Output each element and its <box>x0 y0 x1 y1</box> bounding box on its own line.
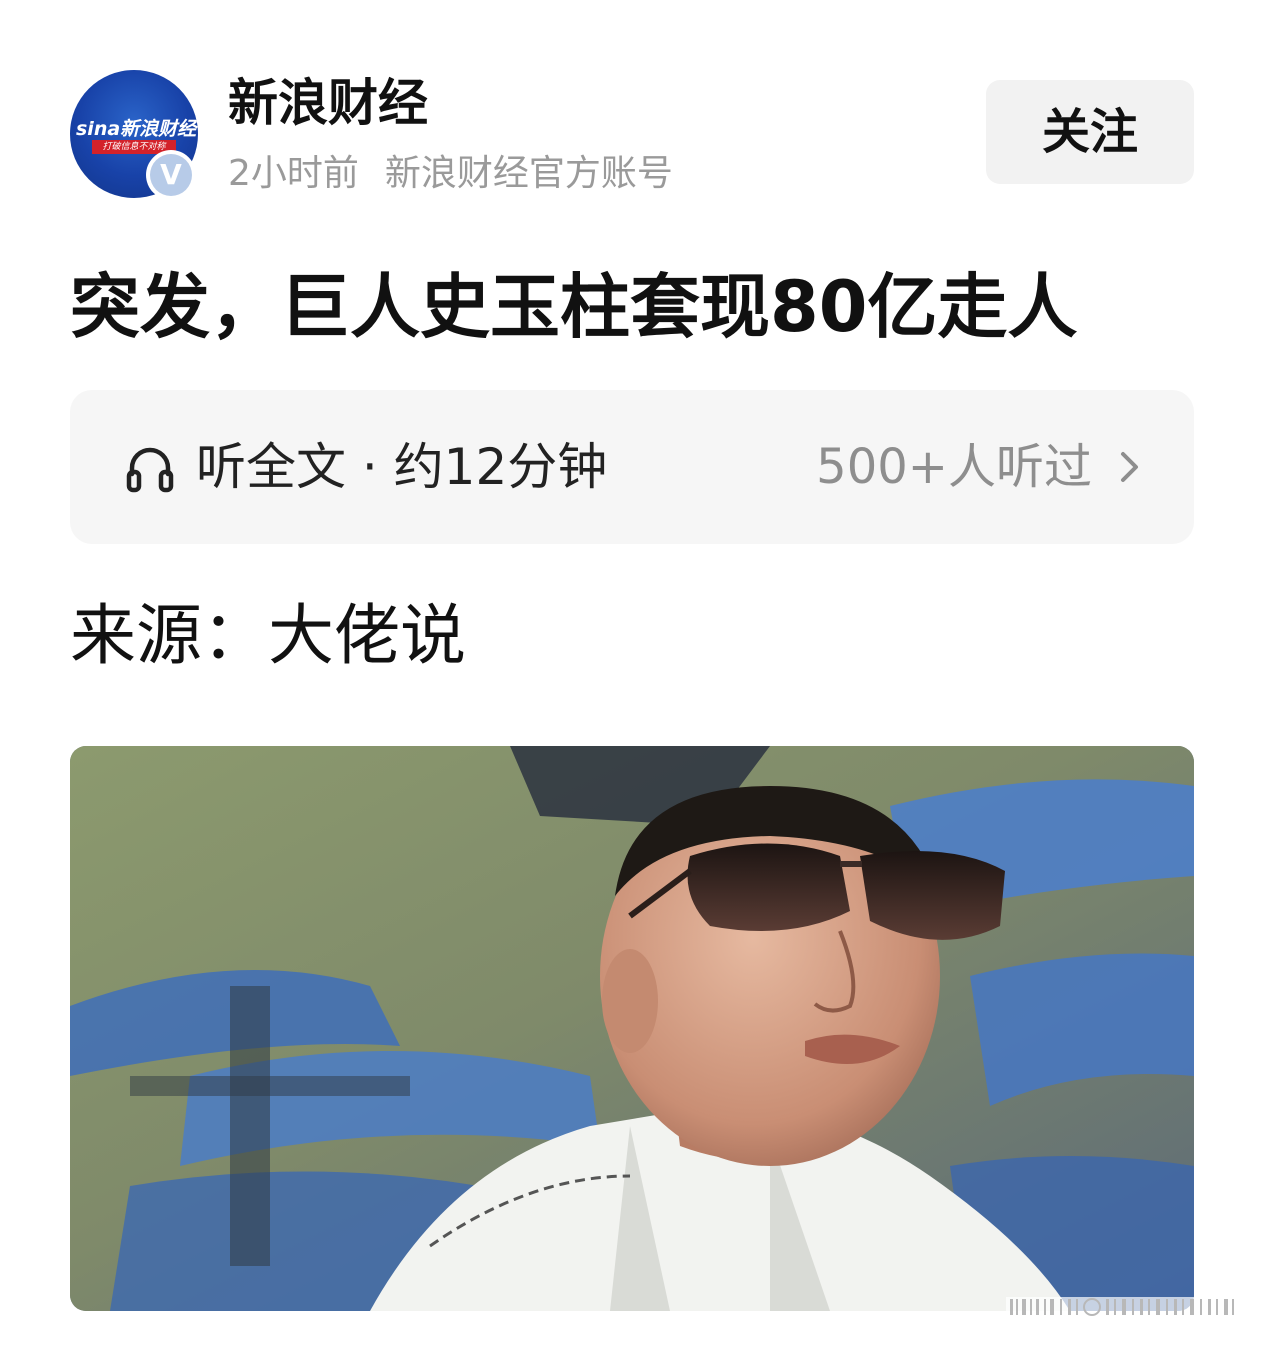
sina-brand: sina <box>76 118 121 140</box>
article-source: 来源：大佬说 <box>70 597 466 674</box>
listen-full-text-bar[interactable]: 听全文 · 约12分钟 500+人听过 <box>70 390 1194 544</box>
photo-illustration <box>70 746 1194 1311</box>
headphone-icon <box>126 447 174 493</box>
article-title: 突发，巨人史玉柱套现80亿走人 <box>70 266 1078 348</box>
watermark-barcode-icon <box>1006 1297 1238 1317</box>
listen-label: 听全文 · 约12分钟 <box>196 438 608 496</box>
article-photo[interactable] <box>70 746 1194 1311</box>
account-type: 新浪财经官方账号 <box>384 153 673 194</box>
chevron-right-icon <box>1121 452 1138 482</box>
follow-button[interactable]: 关注 <box>986 80 1194 184</box>
listen-count: 500+人听过 <box>816 439 1092 495</box>
avatar-logo-text: 新浪财经 <box>120 118 197 140</box>
verified-icon: V <box>150 154 192 196</box>
author-name[interactable]: 新浪财经 <box>228 72 428 134</box>
post-time: 2小时前 <box>228 153 359 194</box>
sina-logo: sina新浪财经 <box>76 114 196 141</box>
post-meta: 2小时前 新浪财经官方账号 <box>228 150 673 198</box>
verified-badge: V <box>146 150 196 200</box>
